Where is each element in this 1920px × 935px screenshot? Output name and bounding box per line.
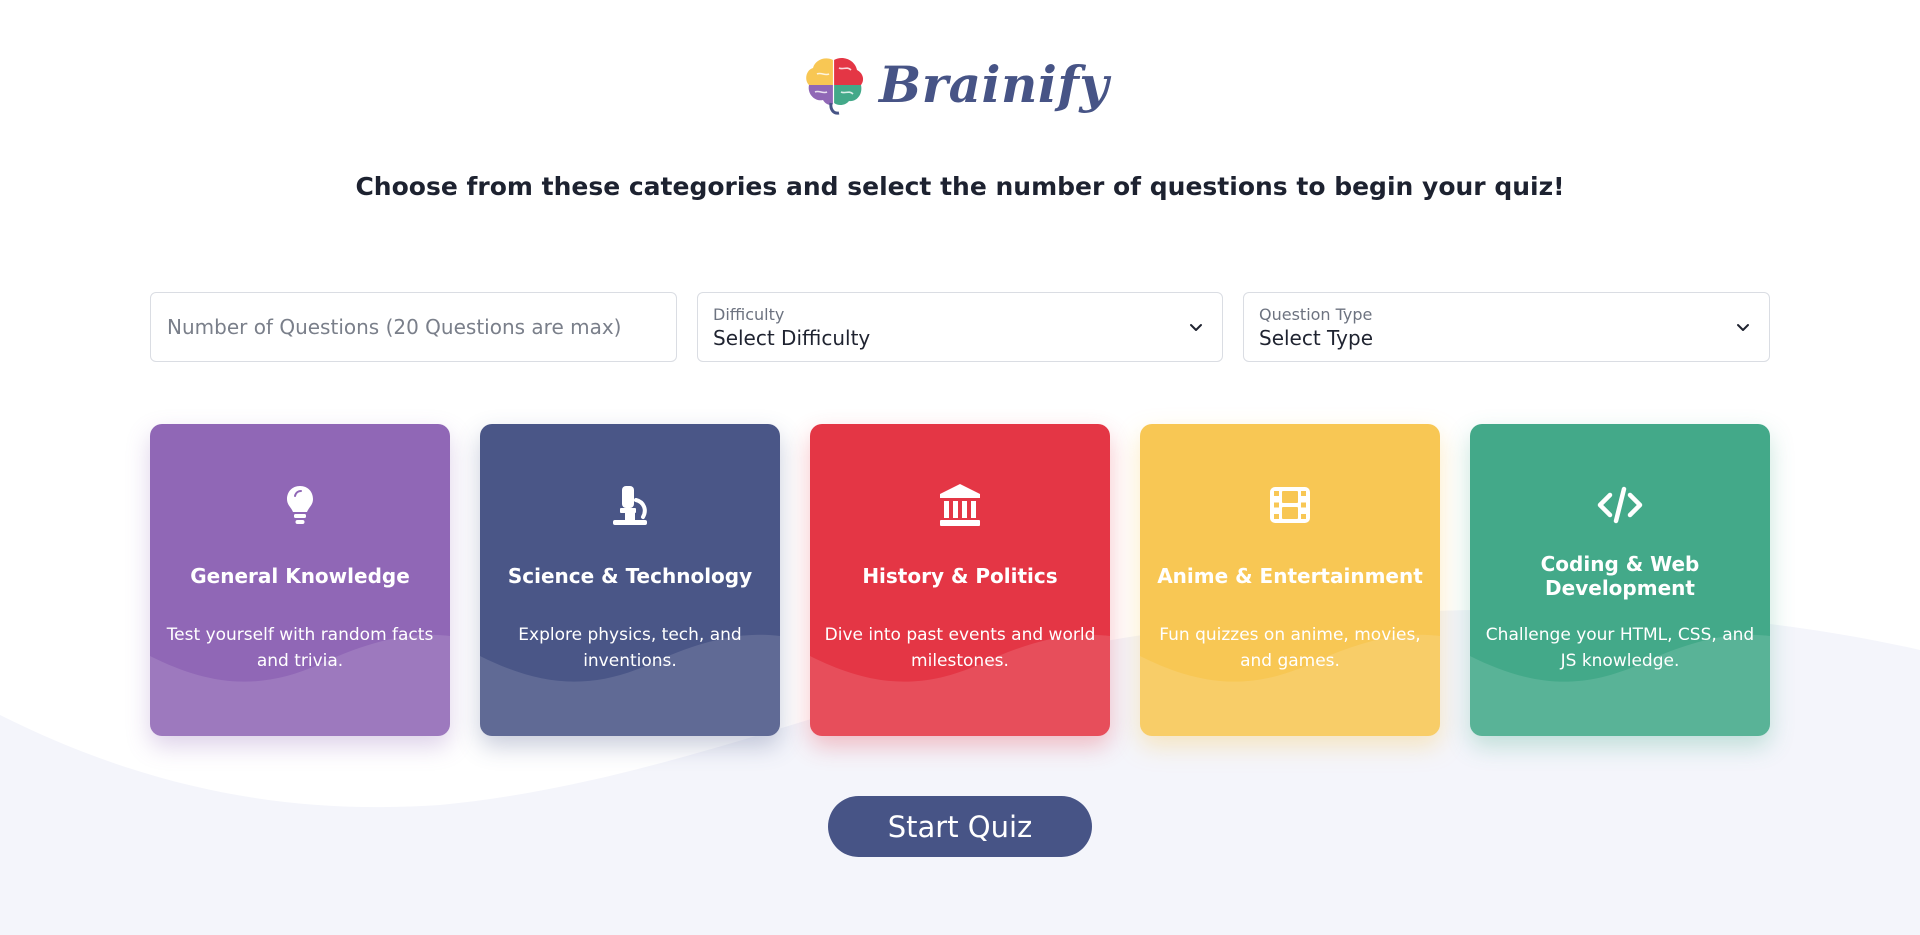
- difficulty-select[interactable]: Difficulty Select Difficulty: [697, 292, 1223, 362]
- brand-name: Brainify: [879, 54, 1109, 114]
- category-description: Dive into past events and world mileston…: [824, 625, 1096, 671]
- question-type-label: Question Type: [1259, 305, 1373, 324]
- difficulty-value: Select Difficulty: [713, 326, 871, 350]
- brand-logo[interactable]: Brainify: [803, 52, 1109, 116]
- category-title: General Knowledge: [190, 564, 410, 588]
- category-card-history-politics[interactable]: History & Politics Dive into past events…: [810, 424, 1110, 736]
- question-type-select[interactable]: Question Type Select Type: [1243, 292, 1770, 362]
- category-title: Anime & Entertainment: [1157, 564, 1423, 588]
- chevron-down-icon: [1737, 324, 1749, 331]
- start-quiz-button[interactable]: Start Quiz: [828, 796, 1092, 857]
- num-questions-input[interactable]: [151, 293, 676, 361]
- category-title: Science & Technology: [507, 564, 753, 588]
- category-card-general-knowledge[interactable]: General Knowledge Test yourself with ran…: [150, 424, 450, 736]
- landmark-icon: [940, 484, 980, 526]
- chevron-down-icon: [1190, 324, 1202, 331]
- category-description: Test yourself with random facts and triv…: [166, 625, 434, 671]
- category-title: Coding & Web Development: [1540, 552, 1700, 600]
- brain-icon: [806, 58, 864, 115]
- lightbulb-icon: [287, 486, 313, 524]
- category-description: Fun quizzes on anime, movies, and games.: [1159, 625, 1421, 671]
- category-card-science-technology[interactable]: Science & Technology Explore physics, te…: [480, 424, 780, 736]
- code-icon: [1597, 486, 1643, 524]
- film-icon: [1270, 487, 1310, 523]
- difficulty-label: Difficulty: [713, 305, 785, 324]
- num-questions-field[interactable]: [150, 292, 677, 362]
- category-card-anime-entertainment[interactable]: Anime & Entertainment Fun quizzes on ani…: [1140, 424, 1440, 736]
- category-description: Explore physics, tech, and inventions.: [518, 625, 742, 671]
- category-card-coding-web-development[interactable]: Coding & Web Development Challenge your …: [1470, 424, 1770, 736]
- microscope-icon: [613, 486, 647, 525]
- category-description: Challenge your HTML, CSS, and JS knowled…: [1485, 625, 1755, 671]
- category-title: History & Politics: [862, 564, 1058, 588]
- page-subtitle: Choose from these categories and select …: [355, 172, 1565, 201]
- question-type-value: Select Type: [1259, 326, 1373, 350]
- quiz-setup-page: Brainify Choose from these categories an…: [0, 0, 1920, 935]
